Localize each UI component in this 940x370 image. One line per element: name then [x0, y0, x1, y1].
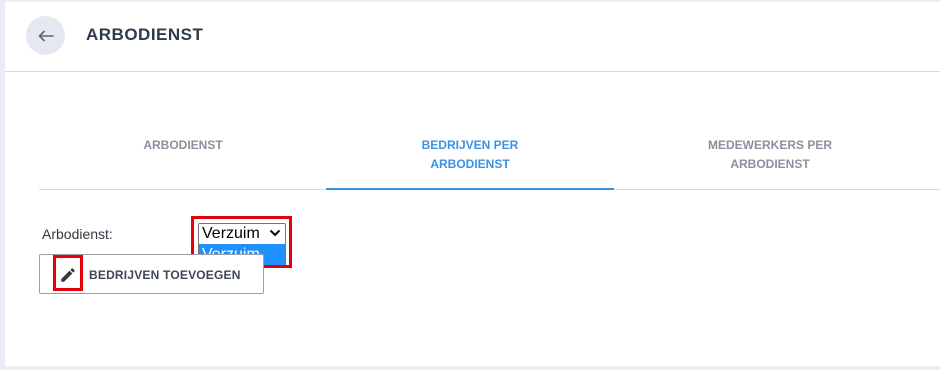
tab-medewerkers-per-arbodienst[interactable]: MEDEWERKERS PER ARBODIENST [626, 112, 914, 189]
page-title: ARBODIENST [86, 25, 204, 44]
page-header: ARBODIENST [5, 2, 940, 72]
arbodienst-select[interactable]: Verzuim [198, 223, 286, 245]
tab-label: ARBODIENST [143, 138, 223, 152]
tab-arbodienst[interactable]: ARBODIENST [39, 112, 327, 189]
tab-label: BEDRIJVEN PER ARBODIENST [421, 138, 519, 171]
arrow-left-icon [38, 30, 54, 41]
tab-bedrijven-per-arbodienst[interactable]: BEDRIJVEN PER ARBODIENST [326, 112, 614, 190]
pencil-icon [61, 268, 75, 282]
tab-label: MEDEWERKERS PER ARBODIENST [707, 138, 832, 171]
back-button[interactable] [26, 16, 65, 55]
chevron-down-icon [269, 229, 281, 237]
add-button-label: BEDRIJVEN TOEVOEGEN [89, 268, 241, 282]
tab-bar: ARBODIENST BEDRIJVEN PER ARBODIENST MEDE… [39, 112, 940, 190]
arbodienst-label: Arbodienst: [42, 226, 113, 242]
select-value: Verzuim [202, 225, 260, 242]
add-companies-button[interactable]: BEDRIJVEN TOEVOEGEN [39, 254, 264, 294]
content-card: ARBODIENST ARBODIENST BEDRIJVEN PER ARBO… [5, 2, 940, 366]
